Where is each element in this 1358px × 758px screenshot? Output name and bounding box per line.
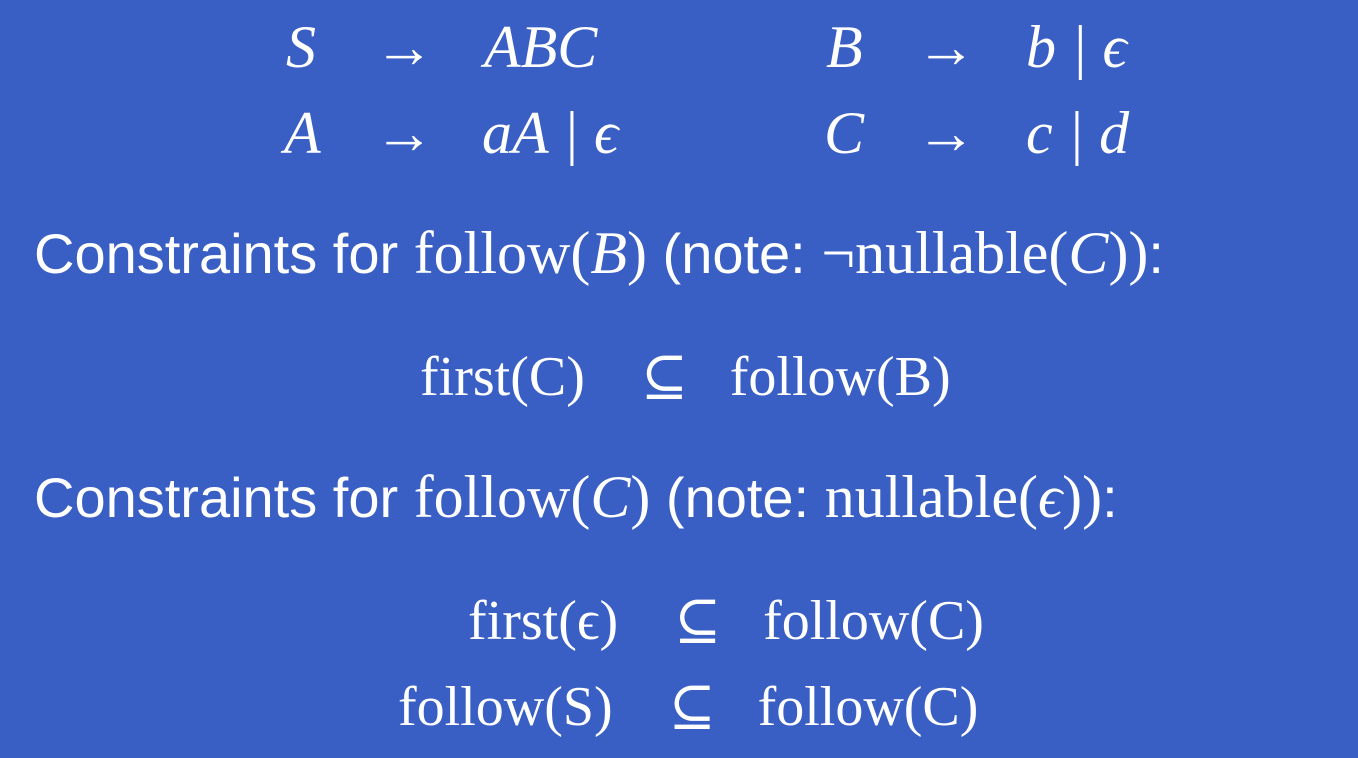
heading-note-close: )) bbox=[1062, 464, 1103, 530]
heading-close: ) bbox=[630, 464, 651, 530]
heading-note-math: ¬nullable( bbox=[821, 220, 1069, 286]
heading-note-open: (note: bbox=[650, 466, 825, 529]
constraint-right: follow(B) bbox=[729, 346, 951, 408]
heading-var: C bbox=[590, 464, 631, 530]
heading-colon: : bbox=[1102, 466, 1118, 529]
subset-eq-symbol: ⊆ bbox=[674, 590, 722, 652]
section-heading-follow-b: Constraints for follow(B) (note: ¬nullab… bbox=[34, 218, 1164, 289]
constraint-row: first(C) ⊆ follow(B) bbox=[420, 344, 951, 410]
constraint-left: first(ϵ) bbox=[468, 590, 619, 652]
constraint-row: first(ϵ) ⊆ follow(C) bbox=[468, 588, 984, 654]
constraint-right: follow(C) bbox=[757, 676, 979, 738]
heading-func: follow( bbox=[413, 220, 591, 286]
slide: S → ABC B → b | ϵ A → aA | ϵ C → c | d C… bbox=[0, 0, 1358, 758]
heading-note-close: )) bbox=[1108, 220, 1149, 286]
production-arrow: → bbox=[916, 14, 976, 80]
section-heading-follow-c: Constraints for follow(C) (note: nullabl… bbox=[34, 462, 1118, 533]
constraint-right: follow(C) bbox=[763, 590, 984, 652]
production-lhs: C bbox=[824, 100, 865, 166]
subset-eq-symbol: ⊆ bbox=[668, 676, 716, 738]
production-arrow: → bbox=[374, 14, 434, 80]
production-rhs: aA | ϵ bbox=[482, 100, 619, 166]
heading-note-open: (note: bbox=[646, 222, 822, 285]
constraint-left: follow(S) bbox=[398, 676, 613, 738]
production-arrow: → bbox=[374, 100, 434, 166]
constraint-row: follow(S) ⊆ follow(C) bbox=[398, 674, 978, 740]
production-lhs: B bbox=[826, 14, 863, 80]
heading-prefix: Constraints for bbox=[34, 222, 414, 285]
subset-eq-symbol: ⊆ bbox=[640, 346, 688, 408]
grammar-row-2: A → aA | ϵ C → c | d bbox=[0, 98, 1358, 168]
production-rhs: c | d bbox=[1026, 100, 1130, 166]
heading-var: B bbox=[590, 220, 627, 286]
production-lhs: A bbox=[284, 100, 321, 166]
production-rhs: ABC bbox=[484, 14, 598, 80]
heading-prefix: Constraints for bbox=[34, 466, 414, 529]
heading-colon: : bbox=[1148, 222, 1164, 285]
heading-close: ) bbox=[627, 220, 647, 286]
production-lhs: S bbox=[286, 14, 316, 80]
grammar-row-1: S → ABC B → b | ϵ bbox=[0, 12, 1358, 82]
constraint-left: first(C) bbox=[420, 346, 585, 408]
heading-note-math: nullable( bbox=[824, 464, 1038, 530]
heading-note-var: C bbox=[1068, 220, 1109, 286]
production-arrow: → bbox=[916, 100, 976, 166]
heading-func: follow( bbox=[413, 464, 591, 530]
production-rhs: b | ϵ bbox=[1026, 14, 1127, 80]
heading-note-var: ϵ bbox=[1037, 464, 1063, 530]
